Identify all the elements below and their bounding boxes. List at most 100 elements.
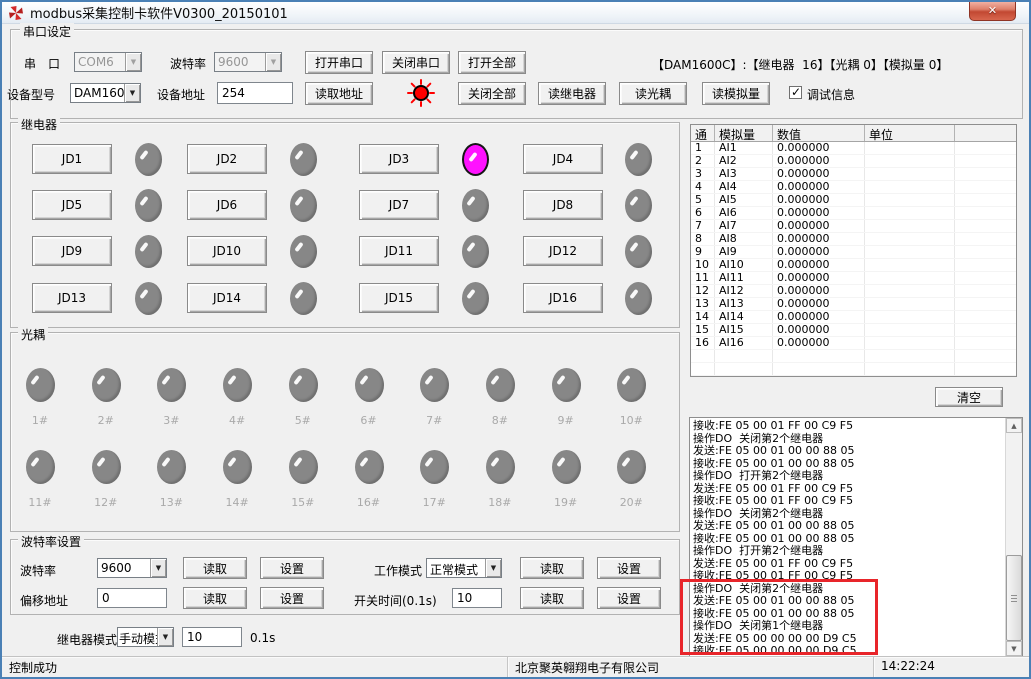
cell-unit xyxy=(865,311,955,323)
baud-set-button[interactable]: 设置 xyxy=(260,557,324,579)
cell-channel: 2 xyxy=(691,155,715,167)
offset-input[interactable] xyxy=(97,588,167,608)
cell-name: AI4 xyxy=(715,181,773,193)
device-addr-input[interactable] xyxy=(217,82,293,104)
cell-unit xyxy=(865,272,955,284)
relay-button-jd5[interactable]: JD5 xyxy=(32,190,112,220)
log-scrollbar[interactable]: ▲ ▼ xyxy=(1005,418,1022,656)
cell-unit xyxy=(865,142,955,154)
debug-info-checkbox[interactable] xyxy=(789,86,802,99)
relay-button-jd2[interactable]: JD2 xyxy=(187,144,267,174)
clear-button[interactable]: 清空 xyxy=(935,387,1003,407)
relay-led-jd16 xyxy=(625,282,652,315)
read-addr-button[interactable]: 读取地址 xyxy=(305,82,373,105)
relay-mode-time-input[interactable] xyxy=(182,627,242,647)
offset-read-button[interactable]: 读取 xyxy=(183,587,247,609)
cell-extra xyxy=(955,207,1016,219)
cell-unit xyxy=(865,181,955,193)
log-line: 接收:FE 05 00 01 FF 00 C9 F5 xyxy=(693,570,1004,583)
relay-button-jd3[interactable]: JD3 xyxy=(359,144,439,174)
cell-unit xyxy=(865,337,955,349)
cell-name: AI15 xyxy=(715,324,773,336)
opto-led-6 xyxy=(355,368,384,402)
relay-button-jd8[interactable]: JD8 xyxy=(523,190,603,220)
table-row: 14AI140.000000 xyxy=(691,311,1016,324)
work-mode-read-button[interactable]: 读取 xyxy=(520,557,584,579)
relay-button-jd14[interactable]: JD14 xyxy=(187,283,267,313)
cell-empty xyxy=(691,363,715,375)
analog-table-body: 1AI10.0000002AI20.0000003AI30.0000004AI4… xyxy=(691,142,1016,376)
port-value: COM6 xyxy=(75,53,125,71)
relay-button-jd12[interactable]: JD12 xyxy=(523,236,603,266)
cell-value: 0.000000 xyxy=(773,207,865,219)
relay-button-jd1[interactable]: JD1 xyxy=(32,144,112,174)
close-all-button[interactable]: 关闭全部 xyxy=(458,82,526,105)
table-row: 11AI110.000000 xyxy=(691,272,1016,285)
opto-led-14 xyxy=(223,450,252,484)
baud-select[interactable]: 9600 ▼ xyxy=(214,52,282,72)
relay-button-jd13[interactable]: JD13 xyxy=(32,283,112,313)
cell-empty xyxy=(955,350,1016,362)
relay-led-jd3 xyxy=(462,143,489,176)
relay-button-jd16[interactable]: JD16 xyxy=(523,283,603,313)
cell-unit xyxy=(865,220,955,232)
relay-mode-label: 继电器模式 xyxy=(57,631,117,648)
table-row: 7AI70.000000 xyxy=(691,220,1016,233)
cell-extra xyxy=(955,246,1016,258)
switch-time-set-button[interactable]: 设置 xyxy=(597,587,661,609)
relay-button-jd15[interactable]: JD15 xyxy=(359,283,439,313)
relay-mode-select[interactable]: 手动模式 ▼ xyxy=(117,627,174,647)
window-title: modbus采集控制卡软件V0300_20150101 xyxy=(30,3,288,22)
close-serial-button[interactable]: 关闭串口 xyxy=(382,51,450,74)
table-row: 10AI100.000000 xyxy=(691,259,1016,272)
cell-extra xyxy=(955,259,1016,271)
switch-time-label: 开关时间(0.1s) xyxy=(354,592,437,609)
opto-label-6: 6# xyxy=(352,414,386,427)
read-analog-button[interactable]: 读模拟量 xyxy=(702,82,770,105)
table-row-empty xyxy=(691,350,1016,363)
table-row: 2AI20.000000 xyxy=(691,155,1016,168)
baud-read-button[interactable]: 读取 xyxy=(183,557,247,579)
work-mode-set-button[interactable]: 设置 xyxy=(597,557,661,579)
scroll-down-icon[interactable]: ▼ xyxy=(1006,641,1022,656)
cell-channel: 12 xyxy=(691,285,715,297)
scrollbar-thumb[interactable] xyxy=(1006,555,1022,641)
relay-button-jd10[interactable]: JD10 xyxy=(187,236,267,266)
relay-led-jd4 xyxy=(625,143,652,176)
open-all-button[interactable]: 打开全部 xyxy=(458,51,526,74)
switch-time-read-button[interactable]: 读取 xyxy=(520,587,584,609)
relay-button-jd9[interactable]: JD9 xyxy=(32,236,112,266)
close-button[interactable]: ✕ xyxy=(969,2,1016,21)
opto-label-13: 13# xyxy=(154,496,188,509)
cell-extra xyxy=(955,233,1016,245)
cell-channel: 4 xyxy=(691,181,715,193)
opto-label-5: 5# xyxy=(286,414,320,427)
cell-value: 0.000000 xyxy=(773,246,865,258)
cell-extra xyxy=(955,337,1016,349)
model-select[interactable]: DAM1600C ▼ xyxy=(70,83,141,103)
offset-set-button[interactable]: 设置 xyxy=(260,587,324,609)
relay-button-jd7[interactable]: JD7 xyxy=(359,190,439,220)
cell-value: 0.000000 xyxy=(773,259,865,271)
scroll-up-icon[interactable]: ▲ xyxy=(1006,418,1022,433)
cell-unit xyxy=(865,259,955,271)
cell-name: AI1 xyxy=(715,142,773,154)
column-header-2: 模拟量 xyxy=(715,125,773,141)
open-serial-button[interactable]: 打开串口 xyxy=(305,51,373,74)
relay-button-jd4[interactable]: JD4 xyxy=(523,144,603,174)
opto-label-17: 17# xyxy=(417,496,451,509)
status-bar: 控制成功 北京聚英翱翔电子有限公司 14:22:24 xyxy=(2,656,1029,677)
work-mode-select[interactable]: 正常模式 ▼ xyxy=(426,558,502,578)
relay-button-jd6[interactable]: JD6 xyxy=(187,190,267,220)
switch-time-input[interactable] xyxy=(452,588,502,608)
dropdown-arrow-icon: ▼ xyxy=(265,53,281,71)
cell-channel: 13 xyxy=(691,298,715,310)
cell-extra xyxy=(955,285,1016,297)
baud-label: 波特率 xyxy=(170,55,206,72)
port-select[interactable]: COM6 ▼ xyxy=(74,52,142,72)
cell-unit xyxy=(865,285,955,297)
relay-button-jd11[interactable]: JD11 xyxy=(359,236,439,266)
read-opto-button[interactable]: 读光耦 xyxy=(619,82,687,105)
read-relay-button[interactable]: 读继电器 xyxy=(538,82,606,105)
baud2-select[interactable]: 9600 ▼ xyxy=(97,558,167,578)
